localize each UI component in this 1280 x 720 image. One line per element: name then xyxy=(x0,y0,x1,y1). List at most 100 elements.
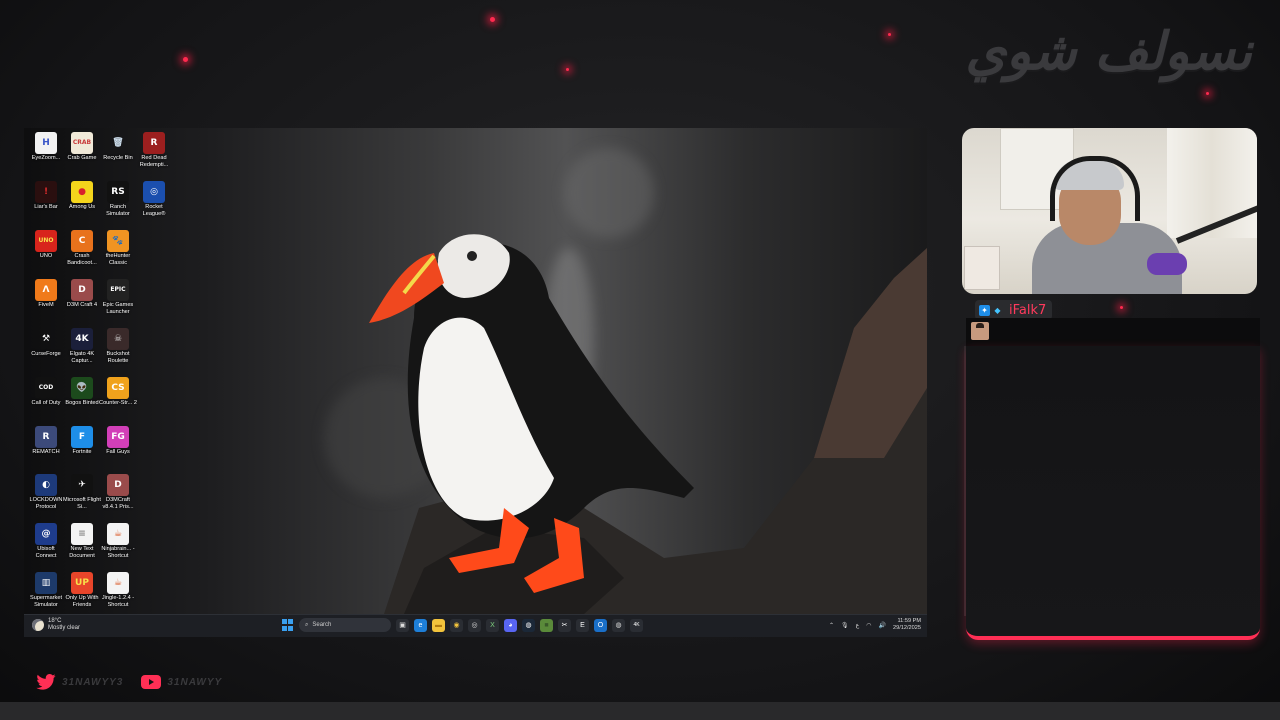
desktop-icon[interactable]: Λ FiveM xyxy=(27,277,65,309)
elgato-capture-icon[interactable]: ◍ xyxy=(612,618,625,632)
overlay-title: نسولف شوي xyxy=(965,22,1252,82)
desktop-icon[interactable]: CS Counter-Str... 2 xyxy=(99,375,137,407)
search-box[interactable]: ⌕ Search xyxy=(299,618,391,632)
desktop-icon[interactable]: F Fortnite xyxy=(63,424,101,456)
desktop-icon[interactable]: UP Only Up With Friends xyxy=(63,570,101,608)
desktop-icon[interactable]: ≡ New Text Document xyxy=(63,521,101,559)
file-explorer-icon[interactable]: ▬ xyxy=(432,618,445,632)
lockdown-protocol-icon: ◐ xyxy=(35,474,57,496)
outlook-icon[interactable]: O xyxy=(594,618,607,632)
clock-time: 11:59 PM xyxy=(897,618,921,624)
desktop-icon[interactable]: 👽 Bogos Binted xyxy=(63,375,101,407)
sparkle xyxy=(566,68,569,71)
desktop-icon[interactable]: R Red Dead Redempti... xyxy=(135,130,173,168)
desktop-icon[interactable]: RS Ranch Simulator xyxy=(99,179,137,217)
sparkle xyxy=(1120,306,1123,309)
desktop-icon[interactable]: CRAB Crab Game xyxy=(63,130,101,162)
desktop-icon[interactable]: ! Liar's Bar xyxy=(27,179,65,211)
windows-logo-icon xyxy=(282,619,287,624)
desktop-icon[interactable]: COD Call of Duty xyxy=(27,375,65,407)
desktop-icon[interactable]: ⚒ CurseForge xyxy=(27,326,65,358)
volume-icon[interactable]: 🔊 xyxy=(879,622,886,629)
desktop-icon-label: Liar's Bar xyxy=(34,204,58,210)
youtube-handle[interactable]: 31NAWYY xyxy=(167,677,222,688)
clock[interactable]: 11:59 PM 29/12/2025 xyxy=(893,618,921,632)
chat-panel xyxy=(966,346,1260,640)
desktop-icon-label: CurseForge xyxy=(31,351,61,357)
desktop-icon[interactable]: FG Fall Guys xyxy=(99,424,137,456)
epic-games-icon[interactable]: E xyxy=(576,618,589,632)
desktop-icon-label: Supermarket Simulator xyxy=(29,595,63,608)
desktop-icon-label: D3M Craft 4 xyxy=(66,302,98,308)
ubisoft-connect-icon: @ xyxy=(35,523,57,545)
desktop-screen: H EyeZoom... CRAB Crab Game 🗑 Recycle Bin R Red… xyxy=(24,128,927,614)
desktop-icon[interactable]: D D3M Craft 4 xyxy=(63,277,101,309)
social-links: 31NAWYY3 31NAWYY xyxy=(36,674,234,690)
elgato-4k-icon[interactable]: 4K xyxy=(630,618,643,632)
crab-game-icon: CRAB xyxy=(71,132,93,154)
webcam-feed xyxy=(962,128,1257,294)
microphone xyxy=(1147,253,1187,275)
fivem-icon: Λ xyxy=(35,279,57,301)
text-document-icon: ≡ xyxy=(71,523,93,545)
desktop-icon-label: UNO xyxy=(39,253,53,259)
desktop-icon[interactable]: ☕ Jingle-1.2.4 - Shortcut xyxy=(99,570,137,608)
desktop-icon[interactable]: H EyeZoom... xyxy=(27,130,65,162)
chevron-up-icon[interactable]: ⌃ xyxy=(829,622,834,629)
eyezoom-icon: H xyxy=(35,132,57,154)
curseforge-icon: ⚒ xyxy=(41,334,51,344)
chrome-icon[interactable]: ◉ xyxy=(450,618,463,632)
desktop-icon-label: Crab Game xyxy=(67,155,97,161)
weather-temp: 18°C xyxy=(48,618,62,624)
desktop-icon[interactable]: R REMATCH xyxy=(27,424,65,456)
capcut-icon[interactable]: ✂ xyxy=(558,618,571,632)
only-up-icon: UP xyxy=(71,572,93,594)
call-of-duty-icon: COD xyxy=(35,377,57,399)
desktop-icon-label: Elgato 4K Captur... xyxy=(69,351,95,364)
microphone-icon[interactable]: 🎙 xyxy=(841,622,849,629)
liars-bar-icon: ! xyxy=(35,181,57,203)
chat-username[interactable]: iFalk7 xyxy=(1009,303,1046,318)
desktop-icon-label: Among Us xyxy=(68,204,96,210)
weather-widget[interactable]: 18°C Mostly clear xyxy=(32,618,80,632)
moon-weather-icon xyxy=(32,619,44,631)
desktop-icon[interactable]: C Crash Bandicoot... xyxy=(63,228,101,266)
weather-desc: Mostly clear xyxy=(48,625,81,631)
d3mcraft-icon: D xyxy=(107,474,129,496)
clock-date: 29/12/2025 xyxy=(893,625,921,631)
desktop-icon[interactable]: 4K Elgato 4K Captur... xyxy=(63,326,101,364)
desktop-icon[interactable]: ☠ Buckshot Roulette xyxy=(99,326,137,364)
desktop-icon[interactable]: D D3MCraft v8.4.1 Pris... xyxy=(99,472,137,510)
discord-icon[interactable]: ◕ xyxy=(504,618,517,632)
minecraft-launcher-icon[interactable]: ■ xyxy=(540,618,553,632)
youtube-icon xyxy=(141,674,162,690)
desktop-icon[interactable]: EPIC Epic Games Launcher xyxy=(99,277,137,315)
bottom-bar xyxy=(0,702,1280,720)
bogos-binted-icon: 👽 xyxy=(71,377,93,399)
desktop-icon[interactable]: ◐ LOCKDOWN Protocol xyxy=(27,472,65,510)
xbox-app-icon[interactable]: X xyxy=(486,618,499,632)
edge-icon[interactable]: e xyxy=(414,618,427,632)
desktop-icon[interactable]: ◎ Rocket League® xyxy=(135,179,173,217)
chat-avatar xyxy=(971,322,989,340)
desktop-icon[interactable]: UNO UNO xyxy=(27,228,65,260)
wifi-icon[interactable]: ◠ xyxy=(866,622,871,629)
epic-games-icon: EPIC xyxy=(107,279,129,301)
obs-icon[interactable]: ◎ xyxy=(468,618,481,632)
language-indicator[interactable]: ع xyxy=(856,622,860,629)
task-view-icon[interactable]: ▣ xyxy=(396,618,409,632)
desktop-icon-label: Fall Guys xyxy=(106,449,130,455)
start-button[interactable] xyxy=(282,619,294,631)
puffin-wallpaper xyxy=(369,234,694,593)
desktop-icon[interactable]: ✈ Microsoft Flight Si... xyxy=(63,472,101,510)
desktop-icon[interactable]: ▥ Supermarket Simulator xyxy=(27,570,65,608)
desktop-icon[interactable]: 🐾 theHunter Classic xyxy=(99,228,137,266)
twitter-handle[interactable]: 31NAWYY3 xyxy=(62,677,123,688)
desktop-icon[interactable]: 🗑 Recycle Bin xyxy=(99,130,137,162)
desktop-icon[interactable]: ● Among Us xyxy=(63,179,101,211)
desktop-icon-label: Crash Bandicoot... xyxy=(67,253,97,266)
desktop-icon[interactable]: ☕ Ninjabrain... - Shortcut xyxy=(99,521,137,559)
desktop-icon-label: Ubisoft Connect xyxy=(35,546,57,559)
steam-icon[interactable]: ◍ xyxy=(522,618,535,632)
desktop-icon[interactable]: @ Ubisoft Connect xyxy=(27,521,65,559)
